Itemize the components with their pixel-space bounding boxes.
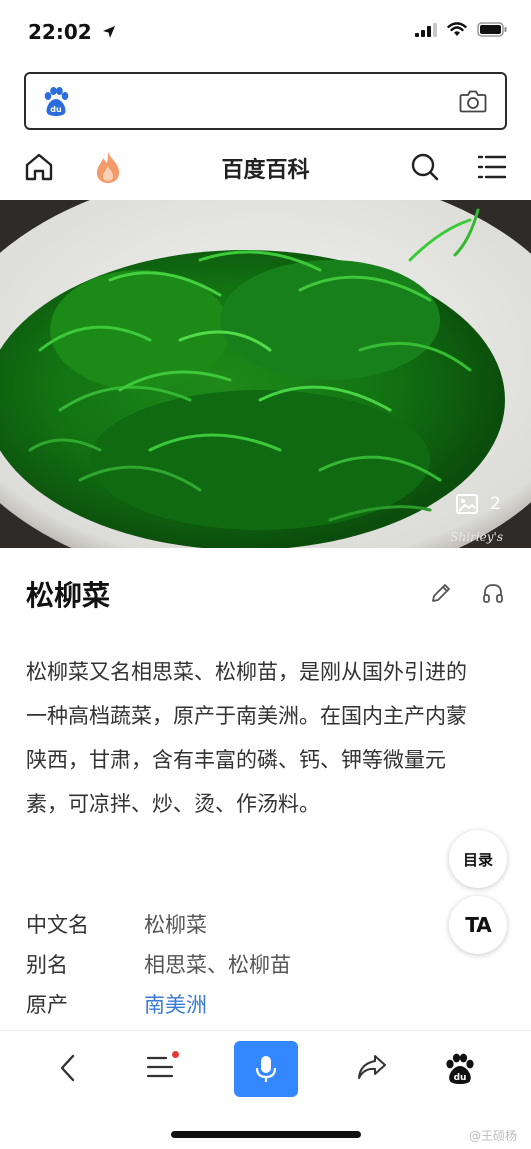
baidu-paw-icon: du	[44, 87, 69, 116]
ta-button[interactable]: TA	[449, 896, 507, 954]
entry-summary: 松柳菜又名相思菜、松柳苗，是刚从国外引进的一种高档蔬菜，原产于南美洲。在国内主产…	[26, 660, 467, 816]
search-icon[interactable]	[410, 152, 440, 182]
headphones-icon[interactable]	[482, 582, 504, 604]
page-title: 百度百科	[221, 158, 310, 183]
infobox-key: 原产	[26, 993, 68, 1017]
location-arrow-icon	[102, 26, 115, 38]
signal-icon	[415, 22, 437, 37]
status-time-text: 22:02	[28, 20, 92, 44]
photo-watermark: Shirley's	[450, 530, 503, 544]
status-time: 22:02	[28, 20, 116, 44]
wifi-icon	[447, 22, 467, 36]
bottom-toolbar: du @王硕杨	[0, 1030, 531, 1149]
search-box[interactable]: du	[24, 72, 507, 130]
infobox-value: 相思菜、松柳苗	[144, 953, 291, 977]
status-bar: 22:02	[0, 0, 531, 62]
svg-text:du: du	[454, 1073, 467, 1083]
back-icon[interactable]	[56, 1053, 80, 1083]
menu-icon[interactable]	[478, 154, 506, 180]
camera-icon[interactable]	[459, 88, 487, 114]
toc-button[interactable]: 目录	[449, 830, 507, 888]
baidu-paw-icon[interactable]: du	[444, 1053, 476, 1085]
voice-search-button[interactable]	[234, 1041, 298, 1097]
infobox: 中文名 松柳菜 别名 相思菜、松柳苗 原产 南美洲	[26, 904, 446, 1024]
image-count-badge[interactable]: 2	[456, 494, 501, 514]
gallery-icon	[456, 494, 479, 514]
share-icon[interactable]	[356, 1053, 388, 1081]
microphone-icon	[255, 1056, 277, 1082]
hero-image[interactable]: 2 Shirley's	[0, 200, 531, 548]
entry-title: 松柳菜	[26, 579, 111, 612]
notification-dot	[172, 1051, 179, 1058]
infobox-key: 别名	[26, 953, 68, 977]
infobox-row: 别名 相思菜、松柳苗	[26, 944, 446, 984]
infobox-value: 松柳菜	[144, 913, 207, 937]
nav-bar: 百度百科	[0, 140, 531, 196]
home-indicator[interactable]	[171, 1131, 361, 1138]
menu-icon[interactable]	[146, 1055, 174, 1079]
edit-icon[interactable]	[430, 582, 452, 604]
infobox-link[interactable]: 南美洲	[144, 989, 207, 1019]
weibo-watermark: @王硕杨	[468, 1129, 517, 1143]
vegetable-photo	[0, 200, 531, 548]
infobox-row: 中文名 松柳菜	[26, 904, 446, 944]
status-icons	[415, 22, 507, 37]
battery-icon	[477, 22, 507, 37]
svg-text:du: du	[50, 105, 62, 114]
infobox-key: 中文名	[26, 913, 89, 937]
image-count: 2	[490, 494, 501, 514]
